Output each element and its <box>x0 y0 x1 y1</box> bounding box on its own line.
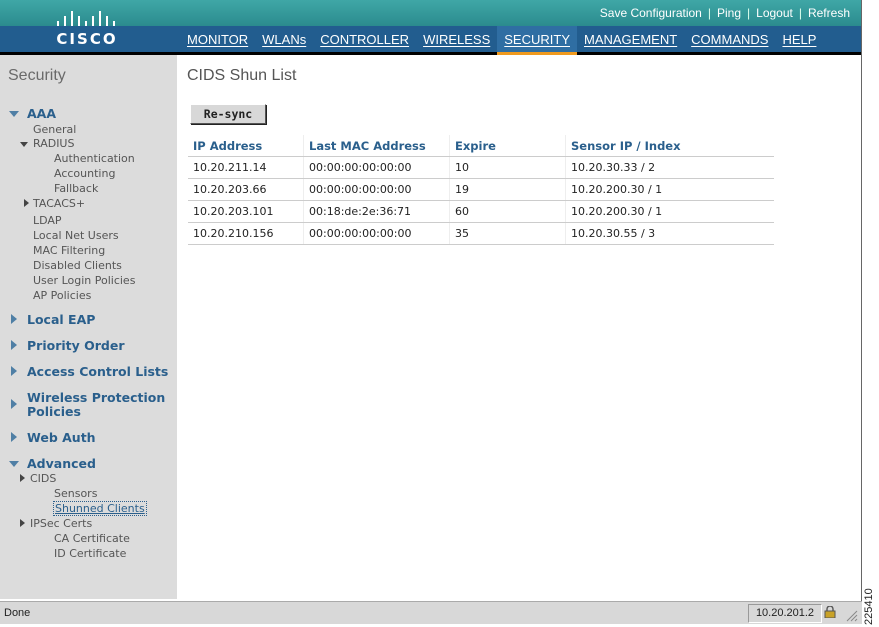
sidebar-ipsec-certs[interactable]: IPSec Certs <box>30 517 92 530</box>
sidebar-tacacs[interactable]: TACACS+ <box>33 197 85 210</box>
status-bar: Done 10.20.201.2 <box>0 601 862 624</box>
sidebar-wireless-protection[interactable]: Wireless Protection <box>27 390 165 405</box>
resize-grip-icon[interactable] <box>846 610 858 622</box>
sidebar-ap-policies[interactable]: AP Policies <box>33 289 91 302</box>
nav-wlans[interactable]: WLANs <box>255 26 313 52</box>
cell-ip: 10.20.203.66 <box>188 178 304 201</box>
separator: | <box>798 6 802 20</box>
cell-sensor: 10.20.200.30 / 1 <box>565 200 774 223</box>
resync-button[interactable]: Re-sync <box>190 104 266 124</box>
table-header-row: IP Address Last MAC Address Expire Senso… <box>188 135 774 157</box>
cell-ip: 10.20.210.156 <box>188 222 304 245</box>
sidebar-priority-order[interactable]: Priority Order <box>27 338 125 353</box>
sidebar-shunned-clients[interactable]: Shunned Clients <box>53 501 147 516</box>
sidebar-radius[interactable]: RADIUS <box>33 137 74 150</box>
main-content: CIDS Shun List Re-sync IP Address Last M… <box>177 55 862 599</box>
cell-expire: 19 <box>449 178 566 201</box>
sidebar-ldap[interactable]: LDAP <box>33 214 62 227</box>
table-row: 10.20.203.101 00:18:de:2e:36:71 60 10.20… <box>188 200 774 223</box>
page-title: CIDS Shun List <box>187 67 297 84</box>
sidebar-access-control-lists[interactable]: Access Control Lists <box>27 364 168 379</box>
sidebar-wireless-protection-line2[interactable]: Policies <box>27 404 81 419</box>
sidebar-general[interactable]: General <box>33 123 76 136</box>
expanded-arrow-icon[interactable] <box>9 111 19 117</box>
ping-link[interactable]: Ping <box>717 6 741 20</box>
table-row: 10.20.210.156 00:00:00:00:00:00 35 10.20… <box>188 222 774 245</box>
expanded-arrow-icon[interactable] <box>20 142 28 147</box>
column-header-sensor: Sensor IP / Index <box>565 135 774 157</box>
collapsed-arrow-icon[interactable] <box>20 474 25 482</box>
collapsed-arrow-icon[interactable] <box>20 519 25 527</box>
cell-sensor: 10.20.200.30 / 1 <box>565 178 774 201</box>
main-nav: MONITOR WLANs CONTROLLER WIRELESS SECURI… <box>180 26 823 55</box>
sidebar-cids[interactable]: CIDS <box>30 472 56 485</box>
shun-list-table: IP Address Last MAC Address Expire Senso… <box>188 135 774 245</box>
status-text: Done <box>4 607 31 619</box>
sidebar-aaa[interactable]: AAA <box>27 106 56 121</box>
nav-help[interactable]: HELP <box>775 26 823 52</box>
collapsed-arrow-icon[interactable] <box>11 314 17 324</box>
collapsed-arrow-icon[interactable] <box>11 340 17 350</box>
sidebar-fallback[interactable]: Fallback <box>54 182 98 195</box>
column-header-expire: Expire <box>449 135 566 157</box>
header: CISCO Save Configuration | Ping | Logout | Ref… <box>0 0 862 55</box>
cell-ip: 10.20.203.101 <box>188 200 304 223</box>
expanded-arrow-icon[interactable] <box>9 461 19 467</box>
cell-sensor: 10.20.30.55 / 3 <box>565 222 774 245</box>
collapsed-arrow-icon[interactable] <box>24 199 29 207</box>
separator: | <box>707 6 711 20</box>
browser-window: CISCO Save Configuration | Ping | Logout | Ref… <box>0 0 862 603</box>
collapsed-arrow-icon[interactable] <box>11 432 17 442</box>
utility-links: Save Configuration | Ping | Logout | Refresh <box>600 6 850 20</box>
status-ip: 10.20.201.2 <box>748 604 822 623</box>
cell-sensor: 10.20.30.33 / 2 <box>565 156 774 179</box>
sidebar-accounting[interactable]: Accounting <box>54 167 115 180</box>
cell-mac: 00:00:00:00:00:00 <box>303 222 450 245</box>
nav-wireless[interactable]: WIRELESS <box>416 26 497 52</box>
cell-expire: 35 <box>449 222 566 245</box>
logo-text: CISCO <box>56 30 118 48</box>
sidebar-disabled-clients[interactable]: Disabled Clients <box>33 259 122 272</box>
nav-commands[interactable]: COMMANDS <box>684 26 775 52</box>
refresh-link[interactable]: Refresh <box>808 6 850 20</box>
cisco-logo: CISCO <box>52 8 122 48</box>
cell-mac: 00:00:00:00:00:00 <box>303 156 450 179</box>
nav-controller[interactable]: CONTROLLER <box>313 26 416 52</box>
cell-mac: 00:00:00:00:00:00 <box>303 178 450 201</box>
sidebar-title: Security <box>8 67 66 84</box>
cisco-bars-icon <box>52 8 122 26</box>
collapsed-arrow-icon[interactable] <box>11 366 17 376</box>
window-border <box>861 0 862 603</box>
table-row: 10.20.211.14 00:00:00:00:00:00 10 10.20.… <box>188 156 774 179</box>
sidebar-web-auth[interactable]: Web Auth <box>27 430 96 445</box>
sidebar-local-eap[interactable]: Local EAP <box>27 312 95 327</box>
collapsed-arrow-icon[interactable] <box>11 399 17 409</box>
cell-expire: 60 <box>449 200 566 223</box>
sidebar-advanced[interactable]: Advanced <box>27 456 96 471</box>
lock-icon <box>824 606 836 618</box>
table-row: 10.20.203.66 00:00:00:00:00:00 19 10.20.… <box>188 178 774 201</box>
cell-ip: 10.20.211.14 <box>188 156 304 179</box>
nav-security[interactable]: SECURITY <box>497 26 577 55</box>
sidebar: Security AAA General RADIUS Authenticati… <box>0 55 177 599</box>
figure-number: 225410 <box>863 588 875 625</box>
separator: | <box>747 6 751 20</box>
cell-expire: 10 <box>449 156 566 179</box>
column-header-ip: IP Address <box>188 135 304 157</box>
sidebar-sensors[interactable]: Sensors <box>54 487 97 500</box>
nav-management[interactable]: MANAGEMENT <box>577 26 684 52</box>
sidebar-ca-certificate[interactable]: CA Certificate <box>54 532 130 545</box>
sidebar-user-login-policies[interactable]: User Login Policies <box>33 274 135 287</box>
column-header-mac: Last MAC Address <box>303 135 450 157</box>
sidebar-authentication[interactable]: Authentication <box>54 152 135 165</box>
logout-link[interactable]: Logout <box>756 6 793 20</box>
sidebar-mac-filtering[interactable]: MAC Filtering <box>33 244 105 257</box>
cell-mac: 00:18:de:2e:36:71 <box>303 200 450 223</box>
save-configuration-link[interactable]: Save Configuration <box>600 6 702 20</box>
nav-monitor[interactable]: MONITOR <box>180 26 255 52</box>
sidebar-id-certificate[interactable]: ID Certificate <box>54 547 126 560</box>
sidebar-local-net-users[interactable]: Local Net Users <box>33 229 119 242</box>
